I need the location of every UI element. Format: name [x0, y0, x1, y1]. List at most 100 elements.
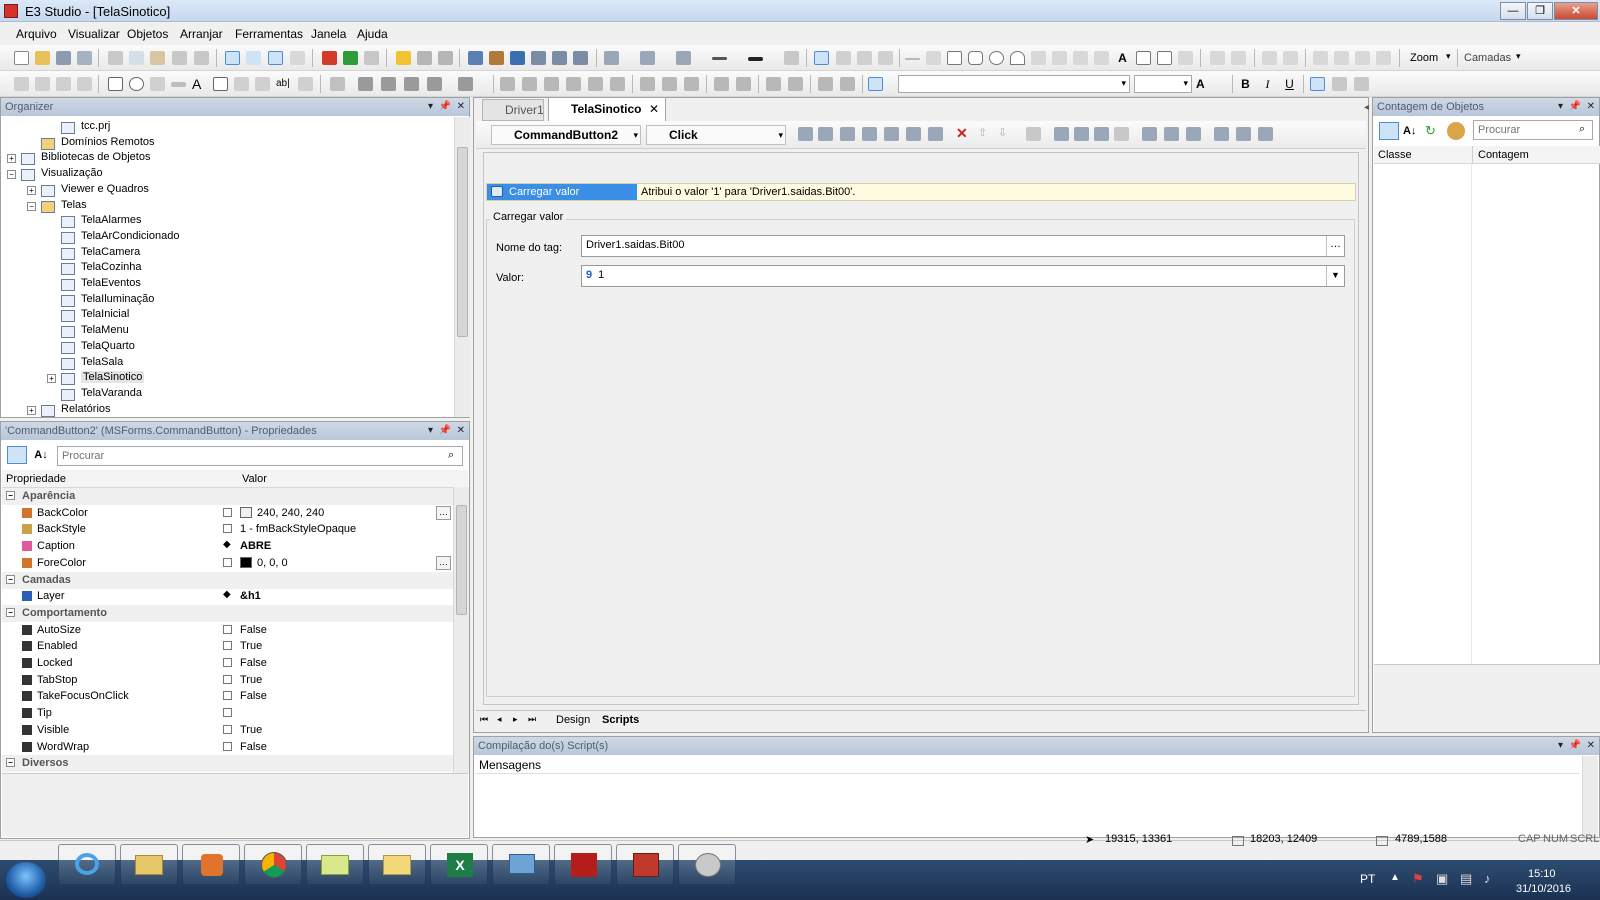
shape-tool-icon[interactable] [1073, 51, 1088, 65]
polyline-tool-icon[interactable] [926, 51, 941, 65]
shadow-icon[interactable] [784, 51, 799, 65]
property-value[interactable]: 240, 240, 240 [257, 507, 324, 519]
tree-item[interactable]: TelaInicial [81, 308, 129, 320]
organizer-scroll-thumb[interactable] [457, 147, 468, 337]
script-tool-a-icon[interactable] [798, 127, 813, 141]
object-select[interactable]: CommandButton2 ▾ [491, 125, 641, 145]
event-select[interactable]: Click ▾ [646, 125, 786, 145]
comment-icon[interactable] [1258, 127, 1273, 141]
cut-icon[interactable] [108, 51, 123, 65]
image-tool-icon[interactable] [1094, 51, 1109, 65]
chart-tool-icon[interactable] [56, 77, 71, 91]
clock-date[interactable]: 31/10/2016 [1516, 883, 1571, 895]
text-align-center-icon[interactable] [1332, 77, 1347, 91]
find-icon[interactable] [1054, 127, 1069, 141]
new-icon[interactable] [14, 51, 29, 65]
window-icon[interactable] [246, 51, 261, 65]
tool-b-icon[interactable] [438, 51, 453, 65]
freehand-tool-icon[interactable] [1031, 51, 1046, 65]
maximize-button[interactable]: ❐ [1527, 2, 1553, 20]
close-button[interactable]: ✕ [1554, 2, 1598, 20]
bring-front-icon[interactable] [1313, 51, 1328, 65]
value-dropdown-button[interactable]: ▼ [1326, 266, 1344, 286]
font-size-combo[interactable]: ▾ [1134, 75, 1192, 93]
properties-scroll-thumb[interactable] [456, 505, 467, 615]
tab-scroll-left-icon[interactable]: ◂ [1364, 102, 1369, 113]
align-middle-icon[interactable] [566, 77, 581, 91]
tree-item[interactable]: TelaVaranda [81, 387, 142, 399]
script-tool-b-icon[interactable] [818, 127, 833, 141]
rotate-icon[interactable] [836, 51, 851, 65]
paint-taskbar-icon[interactable] [678, 844, 736, 884]
database-icon[interactable] [531, 51, 546, 65]
alarm-tool-icon[interactable] [1178, 51, 1193, 65]
object-count-search-input[interactable] [1473, 120, 1593, 140]
library-icon[interactable] [489, 51, 504, 65]
replace-icon[interactable] [1074, 127, 1089, 141]
tool-a-icon[interactable] [417, 51, 432, 65]
tree-expander[interactable]: + [27, 405, 36, 415]
text-align-left-icon[interactable] [1310, 77, 1325, 91]
excel-taskbar-icon[interactable]: X [430, 844, 488, 884]
backward-icon[interactable] [1376, 51, 1391, 65]
pointer-icon[interactable] [814, 51, 829, 65]
tree-item[interactable]: Relatórios [61, 403, 111, 415]
align-e-icon[interactable] [427, 77, 442, 91]
align-icon[interactable] [1262, 51, 1277, 65]
line-color-icon[interactable] [640, 51, 655, 65]
tree-item[interactable]: Visualização [41, 167, 103, 179]
layers-chevron-down-icon[interactable]: ▾ [1516, 51, 1521, 62]
clock-time[interactable]: 15:10 [1528, 868, 1556, 880]
grid-tool-icon[interactable] [77, 77, 92, 91]
copy-icon[interactable] [129, 51, 144, 65]
textbox-tool-icon[interactable]: ab| [276, 77, 291, 91]
minimize-button[interactable]: — [1500, 2, 1526, 20]
menu-ajuda[interactable]: Ajuda [357, 27, 388, 41]
property-value[interactable]: True [240, 640, 262, 652]
media-player-taskbar-icon[interactable] [182, 844, 240, 884]
remote-desktop-taskbar-icon[interactable] [492, 844, 550, 884]
tree-expander[interactable]: − [27, 201, 36, 211]
align-d-icon[interactable] [404, 77, 419, 91]
font-name-combo[interactable]: ▾ [898, 75, 1130, 93]
same-size-icon[interactable] [684, 77, 699, 91]
property-category[interactable]: − Camadas [2, 571, 455, 589]
frame-icon[interactable] [573, 51, 588, 65]
categorized-icon[interactable] [7, 446, 27, 464]
stop-icon[interactable] [322, 51, 337, 65]
tree-item[interactable]: Bibliotecas de Objetos [41, 151, 150, 163]
same-width-icon[interactable] [640, 77, 655, 91]
menu-visualizar[interactable]: Visualizar [68, 27, 120, 41]
send-back-icon[interactable] [1334, 51, 1349, 65]
property-value[interactable]: True [240, 724, 262, 736]
script-tool-c-icon[interactable] [840, 127, 855, 141]
explorer-taskbar-icon[interactable] [120, 844, 178, 884]
save-icon[interactable] [56, 51, 71, 65]
scroll-tool-icon[interactable] [255, 77, 270, 91]
zoom-chevron-down-icon[interactable]: ▾ [1446, 51, 1451, 62]
script-tool-g-icon[interactable] [928, 127, 943, 141]
property-row[interactable]: Layer ◆ &h1 [2, 588, 455, 605]
bookmark-clear-icon[interactable] [1186, 127, 1201, 141]
property-value[interactable]: False [240, 657, 267, 669]
tray-flag-icon[interactable]: ⚑ [1412, 871, 1424, 887]
align-right-icon[interactable] [610, 77, 625, 91]
resize-icon[interactable] [840, 77, 855, 91]
chrome-taskbar-icon[interactable] [244, 844, 302, 884]
tree-item[interactable]: TelaCozinha [81, 261, 142, 273]
spin-tool-icon[interactable] [234, 77, 249, 91]
property-value[interactable]: False [240, 690, 267, 702]
font-color-icon[interactable]: A [1196, 77, 1211, 91]
paste-icon[interactable] [150, 51, 165, 65]
view-icon[interactable] [225, 51, 240, 65]
script-tool-f-icon[interactable] [906, 127, 921, 141]
menu-ferramentas[interactable]: Ferramentas [235, 27, 303, 41]
indent-icon[interactable] [1214, 127, 1229, 141]
find-prev-icon[interactable] [1114, 127, 1129, 141]
tree-item[interactable]: TelaMenu [81, 324, 129, 336]
property-row[interactable]: Caption ◆ ABRE [2, 538, 455, 555]
arc-tool-icon[interactable] [1010, 51, 1025, 65]
button-tool-icon[interactable] [171, 82, 186, 87]
properties-search-input[interactable] [57, 446, 463, 466]
tree-item[interactable]: Telas [61, 199, 87, 211]
